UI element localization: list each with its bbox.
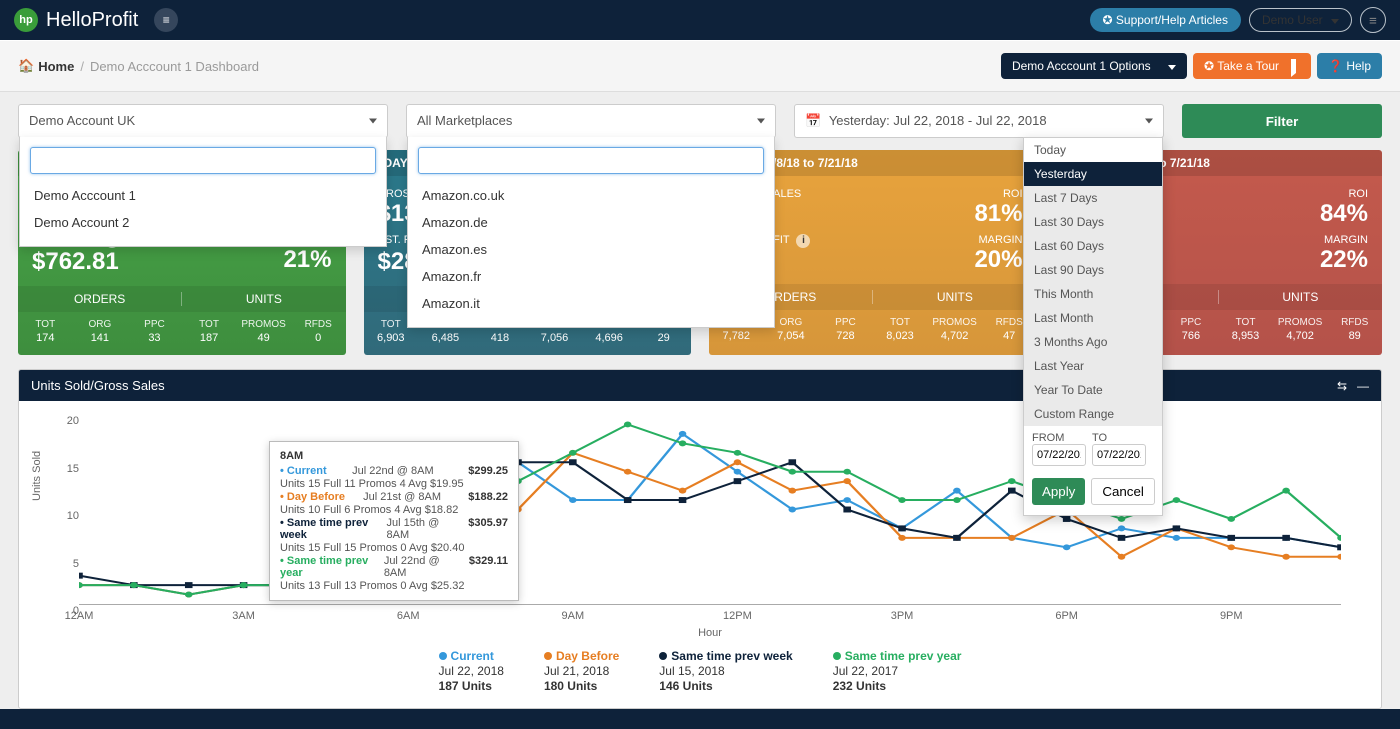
date-range-option[interactable]: Custom Range [1024,402,1162,426]
take-tour-button[interactable]: ✪ Take a Tour [1193,53,1311,79]
breadcrumb-current: Demo Acccount 1 Dashboard [90,59,259,74]
legend-item[interactable]: Day BeforeJul 21, 2018180 Units [544,649,619,694]
marketplace-option[interactable]: Amazon.de [418,209,764,236]
account-options-button[interactable]: Demo Acccount 1 Options [1001,53,1187,79]
account-option[interactable]: Demo Account 2 [30,209,376,236]
date-to-input[interactable] [1092,444,1146,466]
user-menu-button[interactable]: Demo User [1249,8,1352,32]
date-from-label: FROM [1032,432,1086,444]
date-range-dropdown: TodayYesterdayLast 7 DaysLast 30 DaysLas… [1023,137,1163,516]
brand-logo-icon: hp [14,8,38,32]
date-range-option[interactable]: This Month [1024,282,1162,306]
legend-item[interactable]: Same time prev weekJul 15, 2018146 Units [659,649,792,694]
breadcrumb-home[interactable]: Home [38,59,74,74]
chart-minimize-icon[interactable]: — [1357,379,1369,393]
home-icon: 🏠 [18,58,34,74]
legend-item[interactable]: CurrentJul 22, 2018187 Units [439,649,504,694]
brand-logo[interactable]: hp HelloProfit [14,8,138,32]
marketplace-select[interactable]: All Marketplaces Amazon.co.uk Amazon.de … [406,104,776,138]
chart-y-label: Units Sold [31,451,43,501]
marketplace-option[interactable]: Amazon.it [418,290,764,317]
date-range-select[interactable]: 📅 Yesterday: Jul 22, 2018 - Jul 22, 2018… [794,104,1164,138]
date-range-option[interactable]: Year To Date [1024,378,1162,402]
marketplace-option[interactable]: Amazon.co.uk [418,182,764,209]
date-to-label: TO [1092,432,1146,444]
help-button[interactable]: ❓ Help [1317,53,1382,79]
marketplace-option[interactable]: Amazon.es [418,236,764,263]
legend-item[interactable]: Same time prev yearJul 22, 2017232 Units [833,649,962,694]
account-select[interactable]: Demo Account UK Demo Acccount 1 Demo Acc… [18,104,388,138]
date-apply-button[interactable]: Apply [1032,478,1085,505]
marketplace-search-input[interactable] [418,147,764,174]
brand-name: HelloProfit [46,9,138,32]
marketplace-option[interactable]: Amazon.fr [418,263,764,290]
chart-tooltip: 8AM • CurrentJul 22nd @ 8AM $299.25 Unit… [269,441,519,601]
date-range-option[interactable]: Last 90 Days [1024,258,1162,282]
support-button[interactable]: ✪ Support/Help Articles [1090,8,1241,32]
more-menu-icon[interactable]: ≡ [1360,7,1386,33]
date-range-option[interactable]: Today [1024,138,1162,162]
account-option[interactable]: Demo Acccount 1 [30,182,376,209]
date-cancel-button[interactable]: Cancel [1091,478,1155,505]
filter-button[interactable]: Filter [1182,104,1382,138]
calendar-icon: 📅 [805,113,821,128]
chart-x-label: Hour [79,627,1341,639]
date-range-option[interactable]: Last 60 Days [1024,234,1162,258]
date-range-option[interactable]: Last Year [1024,354,1162,378]
account-dropdown: Demo Acccount 1 Demo Account 2 [19,137,387,247]
date-range-option[interactable]: Yesterday [1024,162,1162,186]
date-range-option[interactable]: Last Month [1024,306,1162,330]
date-range-option[interactable]: 3 Months Ago [1024,330,1162,354]
date-from-input[interactable] [1032,444,1086,466]
date-range-option[interactable]: Last 7 Days [1024,186,1162,210]
date-range-option[interactable]: Last 30 Days [1024,210,1162,234]
chart-title: Units Sold/Gross Sales [31,378,165,393]
menu-toggle-icon[interactable]: ≡ [154,8,178,32]
account-search-input[interactable] [30,147,376,174]
breadcrumb-sep: / [80,59,84,74]
chart-swap-icon[interactable]: ⇆ [1337,379,1347,393]
marketplace-dropdown: Amazon.co.uk Amazon.de Amazon.es Amazon.… [407,137,775,328]
